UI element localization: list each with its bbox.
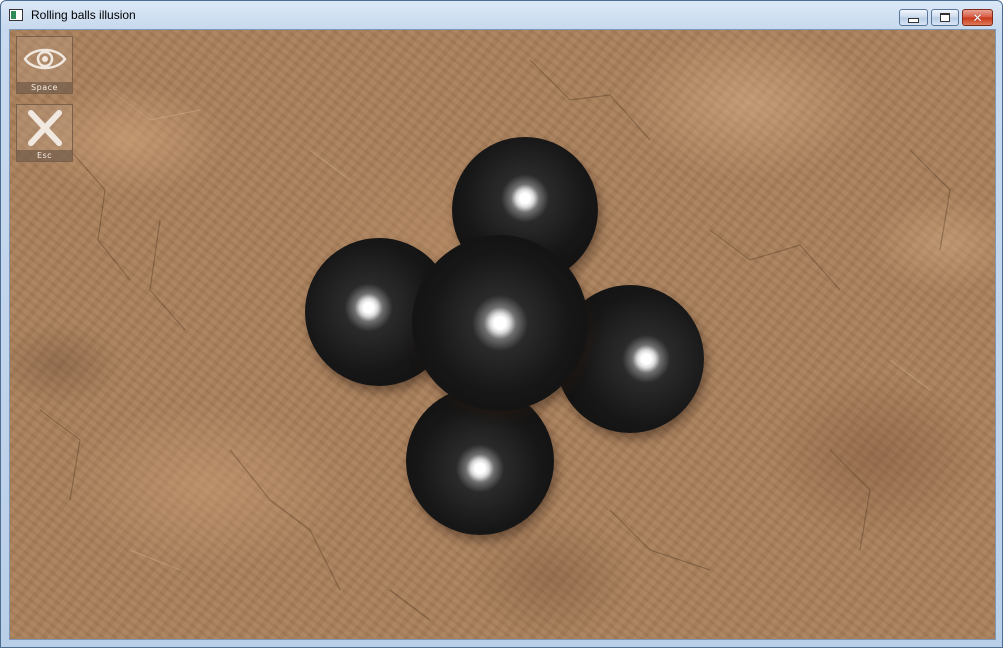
app-icon[interactable] (9, 9, 23, 21)
x-icon (28, 110, 62, 146)
exit-button[interactable]: Esc (16, 104, 73, 162)
view-button[interactable]: Space (16, 36, 73, 94)
ball-bottom (406, 387, 554, 535)
app-window: Rolling balls illusion ✕ Space Esc (0, 0, 1003, 648)
close-button[interactable]: ✕ (962, 9, 993, 26)
close-icon: ✕ (972, 10, 983, 25)
ball-center (412, 235, 588, 411)
title-bar[interactable]: Rolling balls illusion ✕ (1, 1, 1002, 29)
minimize-icon (908, 18, 919, 23)
window-title: Rolling balls illusion (31, 8, 136, 22)
scene-canvas[interactable]: Space Esc (9, 29, 996, 640)
exit-button-label: Esc (17, 150, 72, 161)
minimize-button[interactable] (899, 9, 928, 26)
maximize-button[interactable] (931, 9, 959, 26)
eye-icon (23, 48, 67, 70)
maximize-icon (940, 13, 950, 22)
view-button-label: Space (17, 82, 72, 93)
